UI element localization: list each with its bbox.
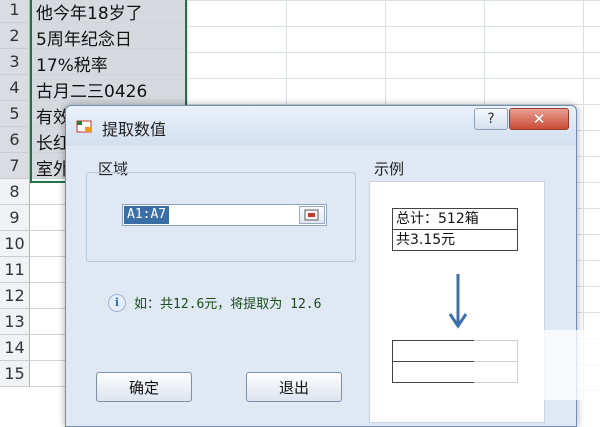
row-header-15[interactable]: 15	[0, 361, 30, 387]
row-header-6[interactable]: 6	[0, 127, 30, 153]
close-button[interactable]: ✕	[509, 108, 569, 130]
help-button[interactable]: ?	[474, 108, 508, 130]
cell-a3-text: 17%税率	[36, 56, 108, 76]
row-header-14[interactable]: 14	[0, 335, 30, 361]
example-cell-1: 总计：512箱	[392, 208, 518, 230]
watermark-overlay	[474, 330, 600, 400]
example-cell-2: 共3.15元	[392, 229, 518, 251]
row-header-12[interactable]: 12	[0, 283, 30, 309]
cell-a3[interactable]: 17%税率	[30, 49, 187, 76]
cell-a1-text: 他今年18岁了	[36, 4, 143, 24]
row-header-9[interactable]: 9	[0, 205, 30, 231]
row-header-8[interactable]: 8	[0, 179, 30, 205]
range-picker-button[interactable]	[299, 206, 325, 224]
ok-button[interactable]: 确定	[96, 372, 192, 402]
row-header-2[interactable]: 2	[0, 23, 30, 49]
cell-a4[interactable]: 古月二三0426	[30, 75, 187, 102]
row-header-4[interactable]: 4	[0, 75, 30, 101]
arrow-down-icon	[448, 274, 468, 329]
row-header-10[interactable]: 10	[0, 231, 30, 257]
info-hint: 如：共12.6元，将提取为 12.6	[134, 297, 322, 312]
table-icon	[76, 120, 92, 133]
row-header-3[interactable]: 3	[0, 49, 30, 75]
row-header-7[interactable]: 7	[0, 153, 30, 179]
cell-a2[interactable]: 5周年纪念日	[30, 23, 187, 50]
range-picker-icon	[304, 209, 319, 221]
dialog-titlebar[interactable]: 提取数值 ? ✕	[66, 106, 576, 146]
row-header-5[interactable]: 5	[0, 101, 30, 127]
range-value: A1:A7	[124, 206, 170, 224]
exit-button[interactable]: 退出	[246, 372, 342, 402]
range-input[interactable]: A1:A7	[122, 204, 327, 226]
cell-a4-text: 古月二三0426	[36, 82, 148, 102]
cell-a1[interactable]: 他今年18岁了	[30, 0, 187, 24]
row-header-1[interactable]: 1	[0, 0, 30, 23]
row-header-13[interactable]: 13	[0, 309, 30, 335]
dialog-title: 提取数值	[102, 120, 167, 139]
info-icon: i	[108, 294, 126, 312]
example-label: 示例	[374, 160, 405, 178]
row-header-11[interactable]: 11	[0, 257, 30, 283]
cell-a2-text: 5周年纪念日	[36, 30, 132, 50]
